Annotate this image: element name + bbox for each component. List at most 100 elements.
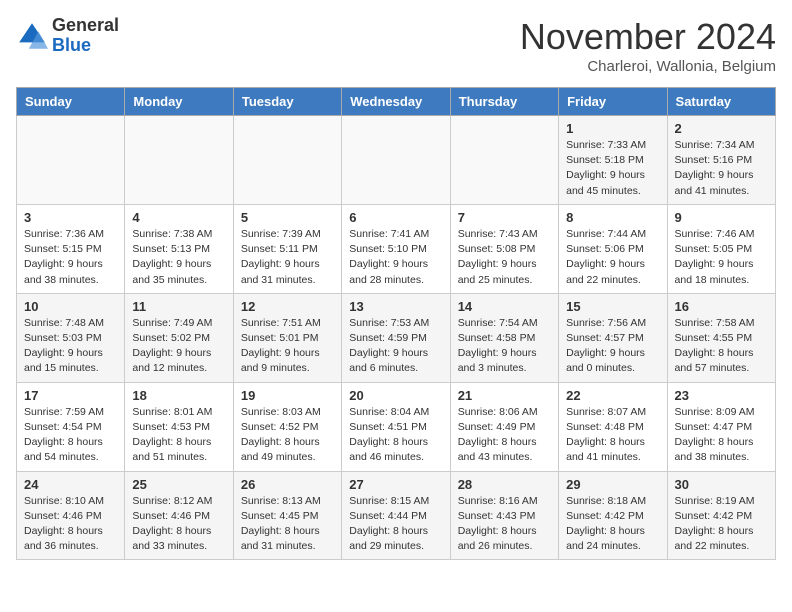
- day-number: 4: [132, 210, 225, 225]
- weekday-header-wednesday: Wednesday: [342, 88, 450, 116]
- day-number: 20: [349, 388, 442, 403]
- day-info: Sunrise: 7:51 AMSunset: 5:01 PMDaylight:…: [241, 316, 334, 377]
- day-number: 15: [566, 299, 659, 314]
- calendar-cell: 27 Sunrise: 8:15 AMSunset: 4:44 PMDayligh…: [342, 471, 450, 560]
- calendar-cell: [125, 116, 233, 205]
- day-number: 28: [458, 477, 551, 492]
- day-info: Sunrise: 8:04 AMSunset: 4:51 PMDaylight:…: [349, 405, 442, 466]
- day-info: Sunrise: 8:16 AMSunset: 4:43 PMDaylight:…: [458, 494, 551, 555]
- day-number: 13: [349, 299, 442, 314]
- calendar-cell: 5Sunrise: 7:39 AMSunset: 5:11 PMDaylight…: [233, 204, 341, 293]
- day-info: Sunrise: 8:13 AMSunset: 4:45 PMDaylight:…: [241, 494, 334, 555]
- calendar-cell: 23Sunrise: 8:09 AMSunset: 4:47 PMDayligh…: [667, 382, 775, 471]
- weekday-header-sunday: Sunday: [17, 88, 125, 116]
- week-row-4: 17 Sunrise: 7:59 AMSunset: 4:54 PMDayligh…: [17, 382, 776, 471]
- calendar-cell: 12 Sunrise: 7:51 AMSunset: 5:01 PMDayligh…: [233, 293, 341, 382]
- day-info: Sunrise: 7:33 AMSunset: 5:18 PMDaylight:…: [566, 138, 659, 199]
- calendar-cell: 4Sunrise: 7:38 AMSunset: 5:13 PMDaylight…: [125, 204, 233, 293]
- weekday-header-monday: Monday: [125, 88, 233, 116]
- day-number: 16: [675, 299, 768, 314]
- day-info: Sunrise: 7:58 AMSunset: 4:55 PMDaylight:…: [675, 316, 768, 377]
- day-number: 1: [566, 121, 659, 136]
- day-number: 22: [566, 388, 659, 403]
- day-info: Sunrise: 8:01 AMSunset: 4:53 PMDaylight:…: [132, 405, 225, 466]
- logo-text: General Blue: [52, 16, 119, 56]
- day-info: Sunrise: 8:18 AMSunset: 4:42 PMDaylight:…: [566, 494, 659, 555]
- day-number: 21: [458, 388, 551, 403]
- calendar-cell: 19Sunrise: 8:03 AMSunset: 4:52 PMDayligh…: [233, 382, 341, 471]
- day-info: Sunrise: 7:59 AMSunset: 4:54 PMDaylight:…: [24, 405, 117, 466]
- day-number: 10: [24, 299, 117, 314]
- calendar-cell: 17 Sunrise: 7:59 AMSunset: 4:54 PMDayligh…: [17, 382, 125, 471]
- day-number: 18: [132, 388, 225, 403]
- day-number: 2: [675, 121, 768, 136]
- day-info: Sunrise: 7:56 AMSunset: 4:57 PMDaylight:…: [566, 316, 659, 377]
- calendar-cell: 6Sunrise: 7:41 AMSunset: 5:10 PMDaylight…: [342, 204, 450, 293]
- calendar-cell: 11 Sunrise: 7:49 AMSunset: 5:02 PMDayligh…: [125, 293, 233, 382]
- calendar-cell: 10 Sunrise: 7:48 AMSunset: 5:03 PMDayligh…: [17, 293, 125, 382]
- day-number: 6: [349, 210, 442, 225]
- weekday-header-saturday: Saturday: [667, 88, 775, 116]
- day-number: 27: [349, 477, 442, 492]
- calendar-cell: 30Sunrise: 8:19 AMSunset: 4:42 PMDayligh…: [667, 471, 775, 560]
- calendar-cell: [233, 116, 341, 205]
- day-info: Sunrise: 7:54 AMSunset: 4:58 PMDaylight:…: [458, 316, 551, 377]
- logo-blue-text: Blue: [52, 36, 119, 56]
- calendar-cell: 8 Sunrise: 7:44 AMSunset: 5:06 PMDaylight…: [559, 204, 667, 293]
- day-info: Sunrise: 7:48 AMSunset: 5:03 PMDaylight:…: [24, 316, 117, 377]
- calendar-cell: 22 Sunrise: 8:07 AMSunset: 4:48 PMDayligh…: [559, 382, 667, 471]
- calendar-cell: 25Sunrise: 8:12 AMSunset: 4:46 PMDayligh…: [125, 471, 233, 560]
- calendar-cell: 14 Sunrise: 7:54 AMSunset: 4:58 PMDayligh…: [450, 293, 558, 382]
- day-number: 3: [24, 210, 117, 225]
- calendar-cell: 21 Sunrise: 8:06 AMSunset: 4:49 PMDayligh…: [450, 382, 558, 471]
- day-number: 11: [132, 299, 225, 314]
- week-row-5: 24Sunrise: 8:10 AMSunset: 4:46 PMDayligh…: [17, 471, 776, 560]
- calendar-table: SundayMondayTuesdayWednesdayThursdayFrid…: [16, 87, 776, 560]
- calendar-cell: 28 Sunrise: 8:16 AMSunset: 4:43 PMDayligh…: [450, 471, 558, 560]
- weekday-header-thursday: Thursday: [450, 88, 558, 116]
- calendar-cell: 3 Sunrise: 7:36 AMSunset: 5:15 PMDaylight…: [17, 204, 125, 293]
- day-number: 8: [566, 210, 659, 225]
- calendar-cell: [342, 116, 450, 205]
- day-info: Sunrise: 8:07 AMSunset: 4:48 PMDaylight:…: [566, 405, 659, 466]
- day-number: 25: [132, 477, 225, 492]
- calendar-cell: 29 Sunrise: 8:18 AMSunset: 4:42 PMDayligh…: [559, 471, 667, 560]
- day-number: 26: [241, 477, 334, 492]
- day-info: Sunrise: 7:44 AMSunset: 5:06 PMDaylight:…: [566, 227, 659, 288]
- day-info: Sunrise: 8:06 AMSunset: 4:49 PMDaylight:…: [458, 405, 551, 466]
- calendar-cell: 18 Sunrise: 8:01 AMSunset: 4:53 PMDayligh…: [125, 382, 233, 471]
- day-info: Sunrise: 7:43 AMSunset: 5:08 PMDaylight:…: [458, 227, 551, 288]
- day-number: 17: [24, 388, 117, 403]
- calendar-cell: 7 Sunrise: 7:43 AMSunset: 5:08 PMDaylight…: [450, 204, 558, 293]
- day-number: 14: [458, 299, 551, 314]
- day-number: 24: [24, 477, 117, 492]
- week-row-2: 3 Sunrise: 7:36 AMSunset: 5:15 PMDaylight…: [17, 204, 776, 293]
- calendar-cell: 20 Sunrise: 8:04 AMSunset: 4:51 PMDayligh…: [342, 382, 450, 471]
- week-row-3: 10 Sunrise: 7:48 AMSunset: 5:03 PMDayligh…: [17, 293, 776, 382]
- day-info: Sunrise: 7:34 AMSunset: 5:16 PMDaylight:…: [675, 138, 768, 199]
- month-title: November 2024: [520, 16, 776, 58]
- calendar-cell: 2 Sunrise: 7:34 AMSunset: 5:16 PMDaylight…: [667, 116, 775, 205]
- day-number: 29: [566, 477, 659, 492]
- weekday-header-friday: Friday: [559, 88, 667, 116]
- week-row-1: 1 Sunrise: 7:33 AMSunset: 5:18 PMDaylight…: [17, 116, 776, 205]
- calendar-cell: [17, 116, 125, 205]
- header: General Blue November 2024 Charleroi, Wa…: [16, 16, 776, 75]
- day-number: 12: [241, 299, 334, 314]
- calendar-cell: 16 Sunrise: 7:58 AMSunset: 4:55 PMDayligh…: [667, 293, 775, 382]
- weekday-header-tuesday: Tuesday: [233, 88, 341, 116]
- day-info: Sunrise: 7:39 AMSunset: 5:11 PMDaylight:…: [241, 227, 334, 288]
- calendar-cell: 26 Sunrise: 8:13 AMSunset: 4:45 PMDayligh…: [233, 471, 341, 560]
- calendar-cell: 13Sunrise: 7:53 AMSunset: 4:59 PMDayligh…: [342, 293, 450, 382]
- calendar-cell: 15 Sunrise: 7:56 AMSunset: 4:57 PMDayligh…: [559, 293, 667, 382]
- title-section: November 2024 Charleroi, Wallonia, Belgi…: [520, 16, 776, 75]
- calendar-cell: 1 Sunrise: 7:33 AMSunset: 5:18 PMDaylight…: [559, 116, 667, 205]
- day-info: Sunrise: 7:49 AMSunset: 5:02 PMDaylight:…: [132, 316, 225, 377]
- day-info: Sunrise: 7:36 AMSunset: 5:15 PMDaylight:…: [24, 227, 117, 288]
- weekday-header-row: SundayMondayTuesdayWednesdayThursdayFrid…: [17, 88, 776, 116]
- day-number: 7: [458, 210, 551, 225]
- day-number: 9: [675, 210, 768, 225]
- day-info: Sunrise: 8:15 AMSunset: 4:44 PMDaylight:…: [349, 494, 442, 555]
- day-info: Sunrise: 8:09 AMSunset: 4:47 PMDaylight:…: [675, 405, 768, 466]
- calendar-cell: 24Sunrise: 8:10 AMSunset: 4:46 PMDayligh…: [17, 471, 125, 560]
